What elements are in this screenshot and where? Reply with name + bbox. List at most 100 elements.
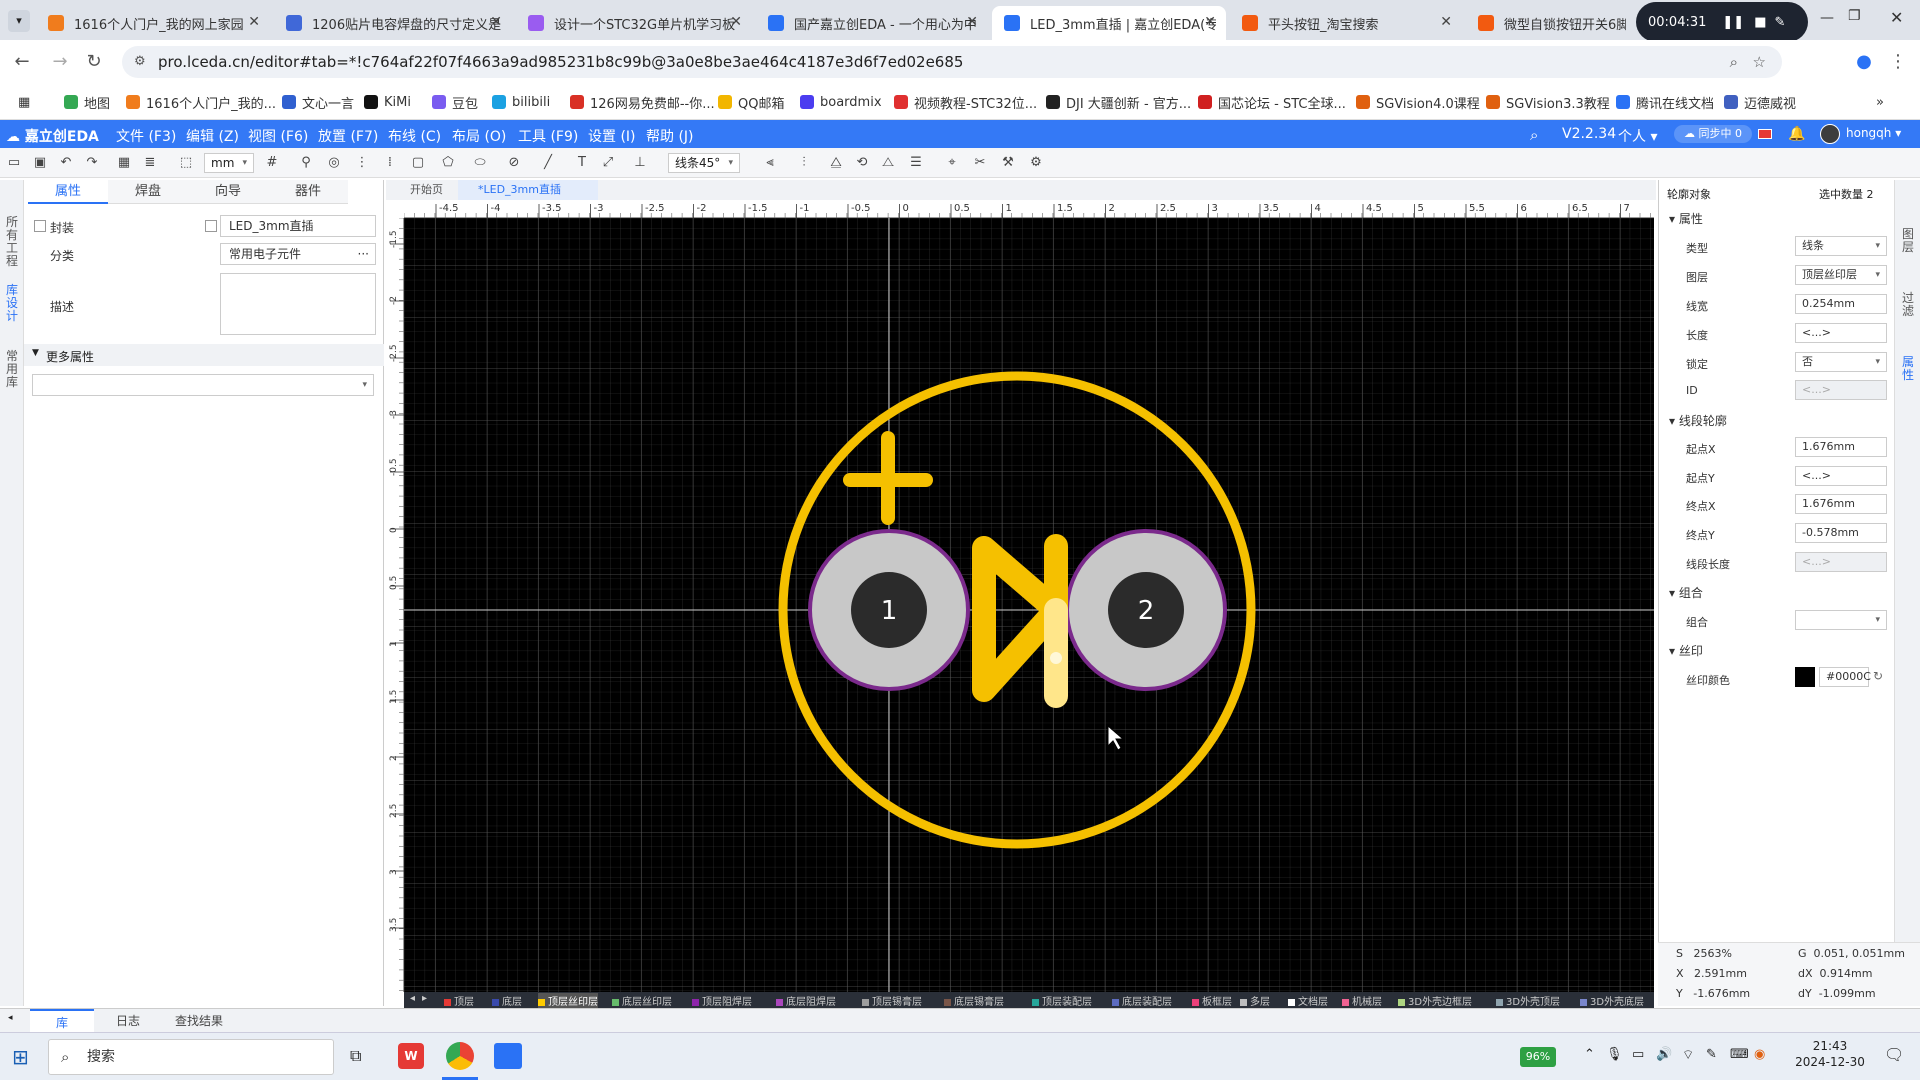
bookmark-item[interactable]: SGVision4.0课程 [1356, 92, 1480, 112]
pcb-canvas[interactable]: 1 2 [404, 218, 1654, 992]
task-view-icon[interactable]: ⧉ [350, 1046, 361, 1066]
tab-library[interactable]: 库 [30, 1009, 94, 1033]
ime-icon[interactable]: ⌨ [1730, 1047, 1749, 1062]
open-folder-icon[interactable]: ▭ [6, 155, 22, 171]
align-icon[interactable]: ≣ [142, 155, 158, 171]
layer-scroll-right-icon[interactable]: ▸ [422, 993, 427, 1004]
circle-slash-icon[interactable]: ⊘ [506, 155, 522, 171]
layer-toggle[interactable]: 顶层阻焊层 [692, 993, 752, 1008]
silk-color-field[interactable]: #0000C [1819, 667, 1871, 687]
bookmark-item[interactable]: 1616个人门户_我的... [126, 92, 276, 112]
settings-icon[interactable]: ⚙ [1028, 155, 1044, 171]
layer-toggle[interactable]: 3D外壳边框层 [1398, 993, 1472, 1008]
grid-select-icon[interactable]: ▦ [116, 155, 132, 171]
start-y-field[interactable]: <...> [1795, 466, 1887, 486]
save-icon[interactable]: ▣ [32, 155, 48, 171]
flag-icon[interactable] [1758, 129, 1772, 139]
layer-scroll-left-icon[interactable]: ◂ [410, 993, 415, 1004]
length-field[interactable]: <...> [1795, 323, 1887, 343]
mic-icon[interactable]: 🎙 [1606, 1047, 1623, 1062]
chrome-icon[interactable] [446, 1042, 474, 1070]
section-attributes[interactable]: ▾ 属性 [1669, 210, 1703, 227]
url-field[interactable]: ⚙ pro.lceda.cn/editor#tab=*!c764af22f07f… [122, 46, 1782, 78]
measure-icon[interactable]: ⌖ [944, 155, 960, 171]
type-select[interactable]: 线条 ▾ [1795, 236, 1887, 256]
menu-item[interactable]: 文件 (F3) [116, 126, 176, 146]
category-field[interactable]: 常用电子元件 ··· [220, 243, 376, 265]
browser-tab[interactable]: LED_3mm直插 | 嘉立创EDA(专 ✕ [992, 6, 1226, 40]
workspace-select[interactable]: 个人 ▾ [1618, 126, 1657, 146]
tab-search-button[interactable]: ▾ [8, 10, 30, 32]
arrange-icon[interactable]: ☰ [908, 155, 924, 171]
check-icon[interactable]: ⚒ [1000, 155, 1016, 171]
rail-common-lib[interactable]: 常用库 [6, 350, 18, 389]
bookmark-item[interactable]: KiMi [364, 92, 411, 112]
layer-toggle[interactable]: 多层 [1240, 993, 1270, 1008]
layer-toggle[interactable]: 底层装配层 [1112, 993, 1172, 1008]
notifications-icon[interactable]: 🗨 [1884, 1045, 1904, 1064]
dimension-icon[interactable]: ⊥ [632, 155, 648, 171]
browser-tab[interactable]: 国产嘉立创EDA - 一个用心为中 ✕ [756, 6, 988, 40]
bookmark-item[interactable]: QQ邮箱 [718, 92, 784, 112]
rail-properties[interactable]: 属性 [1902, 356, 1914, 382]
more-props-header[interactable]: ▼ 更多属性 [24, 344, 384, 366]
rail-layers[interactable]: 图层 [1902, 228, 1914, 254]
mirror-icon[interactable]: ⧍ [880, 155, 896, 171]
profile-icon[interactable]: ● [1852, 50, 1876, 74]
distribute-icon[interactable]: ⫶ [796, 155, 812, 171]
package-value-checkbox[interactable] [205, 220, 217, 232]
group-select[interactable]: ▾ [1795, 610, 1887, 630]
bookmark-item[interactable]: 地图 [64, 92, 110, 112]
rail-filter[interactable]: 过滤 [1902, 292, 1914, 318]
layer-toggle[interactable]: 3D外壳底层 [1580, 993, 1644, 1008]
align-left-icon[interactable]: ⫷ [762, 155, 778, 171]
pad-icon[interactable]: ◎ [326, 155, 342, 171]
back-icon[interactable]: ← [10, 50, 34, 74]
layer-toggle[interactable]: 底层锡膏层 [944, 993, 1004, 1008]
end-y-field[interactable]: -0.578mm [1795, 523, 1887, 543]
rect-icon[interactable]: ▢ [410, 155, 426, 171]
tab-close-icon[interactable]: ✕ [1440, 14, 1452, 30]
tab-close-icon[interactable]: ✕ [490, 14, 502, 30]
tab-devices[interactable]: 器件 [268, 180, 348, 204]
multi-pad-icon[interactable]: ⁞ [382, 155, 398, 171]
via-icon[interactable]: ⋮ [354, 155, 370, 171]
ellipse-icon[interactable]: ⬭ [472, 155, 488, 171]
menu-item[interactable]: 布线 (C) [388, 126, 441, 146]
redo-icon[interactable]: ↷ [84, 155, 100, 171]
bookmark-item[interactable]: 迈德威视 [1724, 92, 1796, 112]
battery-indicator[interactable]: 96% [1520, 1047, 1556, 1067]
menu-item[interactable]: 布局 (O) [452, 126, 506, 146]
clock[interactable]: 21:43 2024-12-30 [1790, 1039, 1870, 1069]
browser-tab[interactable]: 设计一个STC32G单片机学习板 ✕ [516, 6, 752, 40]
tab-led-3mm[interactable]: *LED_3mm直插 [458, 180, 598, 200]
sync-badge[interactable]: ☁ 同步中 0 [1674, 125, 1752, 143]
reset-color-icon[interactable]: ↻ [1873, 669, 1883, 683]
more-bookmarks-icon[interactable]: » [1876, 92, 1884, 112]
layer-select[interactable]: 顶层丝印层 ▾ [1795, 265, 1887, 285]
width-field[interactable]: 0.254mm [1795, 294, 1887, 314]
layer-toggle[interactable]: 3D外壳顶层 [1496, 993, 1560, 1008]
bookmark-star-icon[interactable]: ☆ [1753, 46, 1766, 78]
bookmark-item[interactable]: 腾讯在线文档 [1616, 92, 1714, 112]
bookmark-item[interactable]: 文心一言 [282, 92, 354, 112]
layer-toggle[interactable]: 顶层 [444, 993, 474, 1008]
menu-item[interactable]: 编辑 (Z) [186, 126, 239, 146]
volume-icon[interactable]: 🔊 [1656, 1047, 1672, 1062]
reload-icon[interactable]: ↻ [82, 50, 106, 74]
network-icon[interactable]: ▭ [1632, 1047, 1644, 1062]
rotate-icon[interactable]: ⟲ [854, 155, 870, 171]
route-icon[interactable]: ⤢ [600, 155, 616, 171]
tab-start-page[interactable]: 开始页 [390, 180, 454, 200]
layer-toggle[interactable]: 板框层 [1192, 993, 1232, 1008]
bookmark-item[interactable]: 国芯论坛 - STC全球... [1198, 92, 1346, 112]
layer-toggle[interactable]: 顶层丝印层 [538, 993, 598, 1008]
text-icon[interactable]: T [574, 155, 590, 171]
layer-toggle[interactable]: 顶层锡膏层 [862, 993, 922, 1008]
layer-toggle[interactable]: 顶层装配层 [1032, 993, 1092, 1008]
bell-icon[interactable]: 🔔 [1788, 126, 1805, 142]
line-icon[interactable]: ╱ [540, 155, 556, 171]
wps-icon[interactable]: W [398, 1043, 424, 1069]
section-group[interactable]: ▾ 组合 [1669, 584, 1703, 601]
forward-icon[interactable]: → [48, 50, 72, 74]
